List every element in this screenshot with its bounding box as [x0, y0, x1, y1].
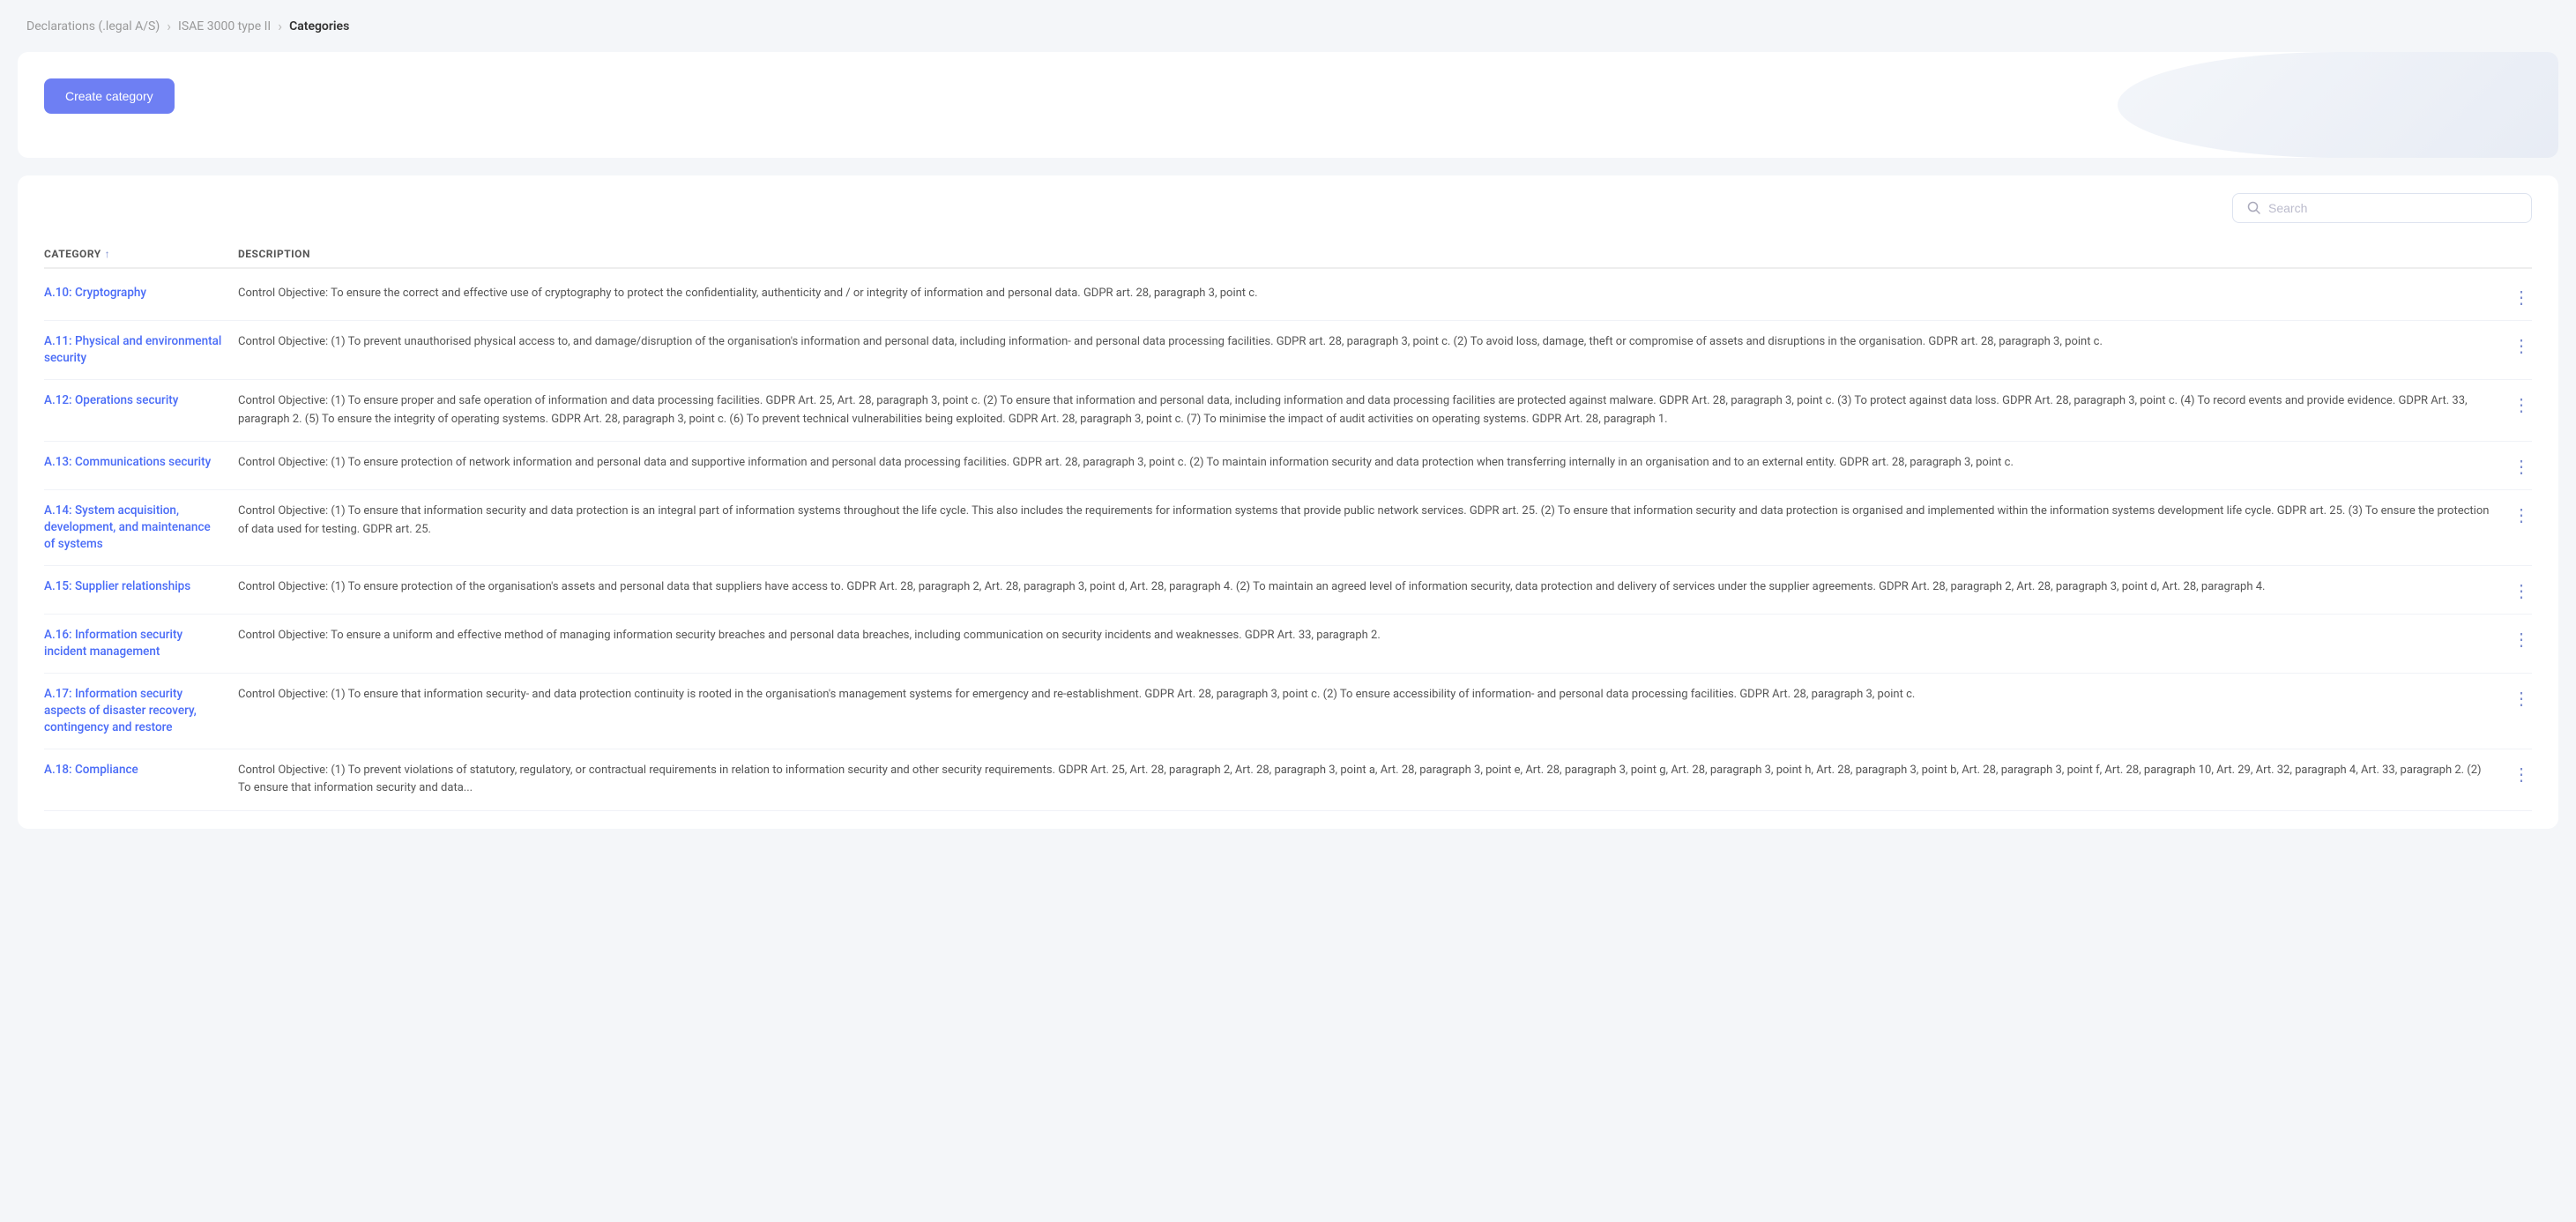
description-text: Control Objective: (1) To prevent unauth… [238, 333, 2505, 352]
main-section: CATEGORY ↑ DESCRIPTION A.10: Cryptograph… [18, 175, 2558, 829]
breadcrumb-declarations[interactable]: Declarations (.legal A/S) [26, 19, 160, 34]
table-row: A.11: Physical and environmental securit… [44, 321, 2532, 380]
row-menu-button[interactable]: ⋮ [2505, 503, 2532, 525]
row-menu-button[interactable]: ⋮ [2505, 333, 2532, 356]
table-row: A.16: Information security incident mana… [44, 615, 2532, 674]
breadcrumb-current: Categories [289, 19, 349, 34]
description-text: Control Objective: (1) To ensure that in… [238, 686, 2505, 704]
description-text: Control Objective: (1) To ensure protect… [238, 454, 2505, 473]
search-wrapper [2232, 193, 2532, 223]
description-text: Control Objective: To ensure the correct… [238, 285, 2505, 303]
create-category-button[interactable]: Create category [44, 78, 175, 114]
breadcrumb-sep-2: › [278, 18, 282, 34]
row-menu-button[interactable]: ⋮ [2505, 686, 2532, 709]
description-text: Control Objective: (1) To ensure that in… [238, 503, 2505, 540]
column-header-category: CATEGORY ↑ [44, 248, 238, 260]
category-name[interactable]: A.12: Operations security [44, 392, 238, 409]
category-name[interactable]: A.15: Supplier relationships [44, 578, 238, 595]
header-section: Create category [18, 52, 2558, 158]
breadcrumb-isae[interactable]: ISAE 3000 type II [178, 19, 271, 34]
search-icon [2247, 201, 2261, 215]
description-text: Control Objective: (1) To ensure protect… [238, 578, 2505, 597]
column-header-description: DESCRIPTION [238, 248, 2505, 260]
header-background [2118, 52, 2558, 158]
table-row: A.13: Communications security Control Ob… [44, 442, 2532, 490]
row-menu-button[interactable]: ⋮ [2505, 285, 2532, 308]
table-header: CATEGORY ↑ DESCRIPTION [44, 241, 2532, 269]
search-input[interactable] [2268, 201, 2517, 215]
category-name[interactable]: A.16: Information security incident mana… [44, 627, 238, 660]
row-menu-button[interactable]: ⋮ [2505, 454, 2532, 477]
row-menu-button[interactable]: ⋮ [2505, 762, 2532, 785]
sort-arrow-icon[interactable]: ↑ [105, 248, 111, 260]
category-name[interactable]: A.13: Communications security [44, 454, 238, 471]
row-menu-button[interactable]: ⋮ [2505, 392, 2532, 415]
search-bar-row [44, 193, 2532, 223]
table-row: A.15: Supplier relationships Control Obj… [44, 566, 2532, 615]
table-row: A.12: Operations security Control Object… [44, 380, 2532, 443]
breadcrumb: Declarations (.legal A/S) › ISAE 3000 ty… [0, 0, 2576, 52]
table-row: A.17: Information security aspects of di… [44, 674, 2532, 749]
table-row: A.14: System acquisition, development, a… [44, 490, 2532, 566]
breadcrumb-sep-1: › [167, 18, 171, 34]
category-name[interactable]: A.17: Information security aspects of di… [44, 686, 238, 736]
description-text: Control Objective: To ensure a uniform a… [238, 627, 2505, 645]
category-name[interactable]: A.14: System acquisition, development, a… [44, 503, 238, 553]
category-name[interactable]: A.11: Physical and environmental securit… [44, 333, 238, 367]
category-name[interactable]: A.18: Compliance [44, 762, 238, 779]
category-name[interactable]: A.10: Cryptography [44, 285, 238, 302]
row-menu-button[interactable]: ⋮ [2505, 627, 2532, 650]
description-text: Control Objective: (1) To prevent violat… [238, 762, 2505, 799]
table-row: A.10: Cryptography Control Objective: To… [44, 272, 2532, 321]
table-row: A.18: Compliance Control Objective: (1) … [44, 749, 2532, 812]
description-text: Control Objective: (1) To ensure proper … [238, 392, 2505, 429]
table-body: A.10: Cryptography Control Objective: To… [44, 272, 2532, 811]
row-menu-button[interactable]: ⋮ [2505, 578, 2532, 601]
